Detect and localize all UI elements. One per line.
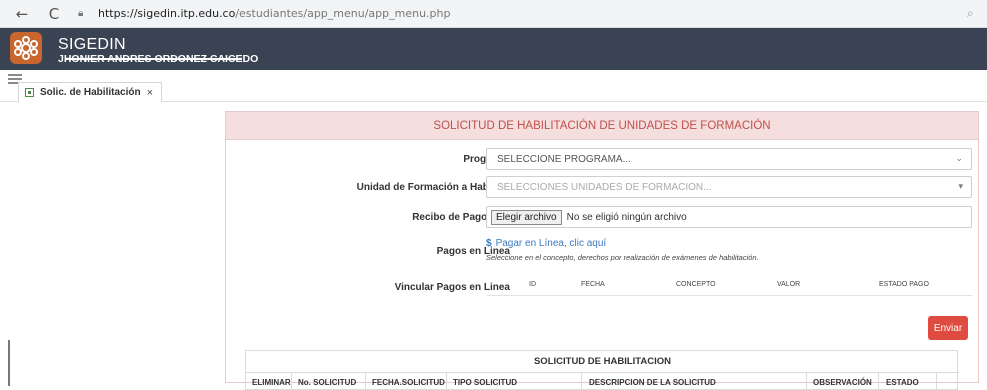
col-estado-pago: ESTADO PAGO <box>879 281 929 288</box>
col-fecha: FECHA <box>581 281 605 288</box>
request-table-title: SOLICITUD DE HABILITACION <box>246 351 959 373</box>
unidad-placeholder: SELECCIONES UNIDADES DE FORMACION... <box>497 181 712 193</box>
col-tipo-solicitud: TIPO SOLICITUD <box>453 378 517 387</box>
pay-note: Seleccione en el concepto, derechos por … <box>486 253 759 262</box>
column-divider <box>936 373 937 390</box>
file-status: No se eligió ningún archivo <box>566 211 687 223</box>
pay-link-text: Pagar en Línea, clic aquí <box>495 238 607 249</box>
back-arrow-icon[interactable]: ← <box>12 4 32 24</box>
column-divider <box>581 373 582 390</box>
programa-select[interactable]: SELECCIONE PROGRAMA... ⌄ <box>486 148 972 170</box>
url-host: https://sigedin.itp.edu.co <box>98 7 236 20</box>
column-divider <box>446 373 447 390</box>
url-path: /estudiantes/app_menu/app_menu.php <box>235 7 451 20</box>
col-id: ID <box>529 281 536 288</box>
col-descripcion: DESCRIPCION DE LA SOLICITUD <box>589 378 716 387</box>
col-eliminar: ELIMINAR <box>252 378 291 387</box>
address-bar[interactable]: 🔒︎ https://sigedin.itp.edu.co/estudiante… <box>78 7 451 20</box>
column-divider <box>365 373 366 390</box>
scroll-indicator[interactable] <box>8 340 10 386</box>
col-no-solicitud: No. SOLICITUD <box>298 378 357 387</box>
browser-toolbar: ← C 🔒︎ https://sigedin.itp.edu.co/estudi… <box>0 0 987 28</box>
column-divider <box>806 373 807 390</box>
programa-value: SELECCIONE PROGRAMA... <box>497 153 631 165</box>
col-estado: ESTADO <box>886 378 919 387</box>
col-valor: VALOR <box>777 281 801 288</box>
logo-icon <box>10 32 42 64</box>
lock-icon: 🔒︎ <box>78 7 84 19</box>
form-title: SOLICITUD DE HABILITACIÓN DE UNIDADES DE… <box>226 112 978 140</box>
caret-down-icon: ▾ <box>958 182 963 192</box>
chevron-down-icon: ⌄ <box>955 154 963 164</box>
document-icon <box>25 88 34 97</box>
extension-icon[interactable]: ⌕ <box>967 6 981 20</box>
payments-table-header: ID FECHA CONCEPTO VALOR ESTADO PAGO <box>226 279 980 293</box>
app-header: SIGEDIN JHONIER ANDRES ORDONEZ CAICEDO <box>0 28 987 70</box>
recibo-file-input[interactable]: Elegir archivo No se eligió ningún archi… <box>486 206 972 228</box>
col-fecha-solicitud: FECHA.SOLICITUD <box>372 378 445 387</box>
tab-solic-habilitacion[interactable]: Solic. de Habilitación × <box>18 82 163 102</box>
tab-label: Solic. de Habilitación <box>40 87 141 98</box>
app-title: SIGEDIN <box>58 36 126 53</box>
request-table: SOLICITUD DE HABILITACION ELIMINAR No. S… <box>245 350 959 390</box>
choose-file-button[interactable]: Elegir archivo <box>491 209 562 225</box>
divider <box>486 295 972 296</box>
unidad-row: Unidad de Formación a Habilitar SELECCIO… <box>226 176 980 200</box>
col-observacion: OBSERVACIÓN <box>813 378 872 387</box>
send-button[interactable]: Enviar <box>928 316 968 340</box>
dollar-icon: $ <box>486 238 492 249</box>
close-icon[interactable]: × <box>147 87 153 99</box>
unidad-select[interactable]: SELECCIONES UNIDADES DE FORMACION... ▾ <box>486 176 972 198</box>
programa-row: Programa SELECCIONE PROGRAMA... ⌄ <box>226 148 980 172</box>
col-concepto: CONCEPTO <box>676 281 716 288</box>
recibo-row: Recibo de Pago PDF Elegir archivo No se … <box>226 206 980 230</box>
tab-strip: Solic. de Habilitación × <box>0 70 987 102</box>
redaction-line <box>66 58 242 60</box>
reload-icon[interactable]: C <box>44 4 64 24</box>
pay-online-link[interactable]: $ Pagar en Línea, clic aquí <box>486 238 606 249</box>
habilitacion-form-panel: SOLICITUD DE HABILITACIÓN DE UNIDADES DE… <box>225 111 979 383</box>
column-divider <box>291 373 292 390</box>
column-divider <box>878 373 879 390</box>
